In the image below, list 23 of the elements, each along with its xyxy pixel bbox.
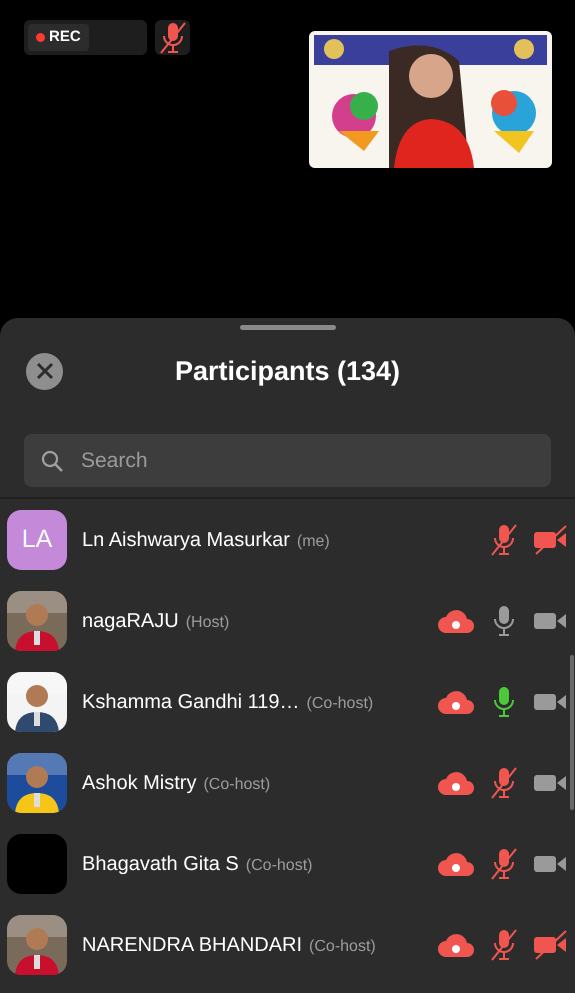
participant-name: Ashok Mistry <box>82 770 196 796</box>
mic-off-icon <box>158 20 188 54</box>
panel-title: Participants (134) <box>174 354 400 388</box>
recording-label: REC <box>49 27 81 48</box>
mute-button[interactable] <box>155 20 190 55</box>
avatar <box>7 834 67 894</box>
search-field[interactable]: Search <box>24 434 551 487</box>
participant-role: (Host) <box>186 612 230 632</box>
participant-role: (Co-host) <box>309 936 376 956</box>
participant-name: Kshamma Gandhi 119… <box>82 690 300 714</box>
participant-role: (me) <box>296 532 330 552</box>
close-icon <box>36 362 54 380</box>
participant-name: Bhagavath Gita S <box>82 852 239 876</box>
close-button[interactable] <box>26 352 63 390</box>
drag-handle[interactable] <box>240 325 336 330</box>
participant-name: NARENDRA BHANDARI <box>82 932 302 958</box>
search-icon <box>40 449 64 473</box>
participant-role: (Co-host) <box>246 856 312 876</box>
avatar: LA <box>7 510 67 570</box>
participant-role: (Co-host) <box>306 694 374 714</box>
participant-name: nagaRAJU <box>82 608 179 634</box>
participant-name: Ln Aishwarya Masurkar <box>82 528 290 552</box>
participant-role: (Co-host) <box>203 774 270 794</box>
